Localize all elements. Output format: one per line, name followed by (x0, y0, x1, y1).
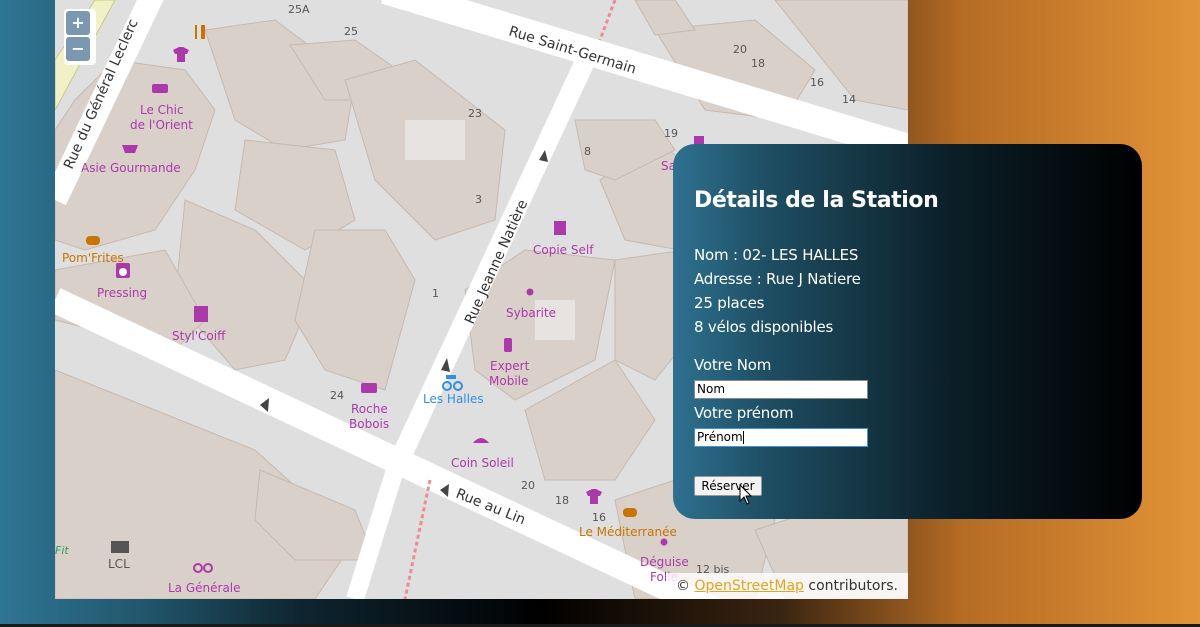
poi-label: Copie Self (533, 243, 594, 257)
attribution-suffix: contributors. (803, 578, 898, 594)
poi-label: Le Méditerranée (579, 525, 677, 539)
restaurant-icon (195, 25, 205, 39)
courtyard (405, 120, 465, 160)
poi-label: de l'Orient (130, 118, 193, 132)
poi-label: Bobois (349, 417, 389, 431)
station-name: Nom : 02- LES HALLES (694, 246, 859, 264)
poi-label: Pom'Frites (62, 251, 124, 265)
poi-label: Le Chic (140, 103, 184, 117)
zoom-control: + − (64, 9, 96, 65)
beauty-icon (473, 438, 489, 443)
station-places: 25 places (694, 294, 765, 312)
prenom-value: Prénom (697, 430, 743, 444)
poi-label: Sybarite (506, 306, 556, 320)
poi-label: Expert (490, 359, 530, 373)
house-number: 16 (810, 76, 824, 89)
building-block (634, 0, 696, 36)
poi-label: Mobile (489, 374, 528, 388)
burger-icon (623, 508, 637, 517)
washing-machine-icon (116, 263, 130, 278)
house-number: 20 (733, 43, 747, 56)
station-details-panel: Détails de la Station Nom : 02- LES HALL… (673, 144, 1142, 519)
house-number: 19 (664, 127, 678, 140)
panel-title: Détails de la Station (694, 188, 939, 213)
house-number: 16 (592, 511, 606, 524)
attribution-prefix: © (676, 578, 695, 594)
burger-icon (86, 236, 100, 245)
station-address: Adresse : Rue J Natiere (694, 270, 861, 288)
sofa-icon (152, 84, 168, 93)
footpath (403, 479, 432, 599)
map-attribution: © OpenStreetMap contributors. (666, 573, 908, 599)
text-caret (742, 431, 744, 444)
poi-label: Fit (55, 544, 69, 557)
mouse-cursor-icon (739, 484, 753, 505)
house-number: 1 (432, 287, 439, 300)
nom-input[interactable]: Nom (694, 380, 868, 399)
openstreetmap-link[interactable]: OpenStreetMap (694, 578, 803, 594)
shop-dot-icon (526, 288, 534, 296)
mobile-phone-icon (504, 338, 512, 352)
sofa-icon (361, 383, 377, 393)
nom-label: Votre Nom (694, 356, 772, 374)
poi-label: La Générale (168, 581, 241, 595)
building-block (294, 229, 416, 391)
house-number: 3 (475, 193, 482, 206)
tshirt-icon (586, 489, 602, 504)
footpath (598, 0, 617, 41)
house-number: 18 (751, 57, 765, 70)
house-number: 18 (555, 494, 569, 507)
house-number: 20 (521, 479, 535, 492)
house-number: 8 (584, 145, 591, 158)
house-number: 25 (344, 25, 358, 38)
house-number: 24 (330, 389, 344, 402)
poi-label: LCL (108, 557, 130, 571)
poi-label: Pressing (97, 286, 147, 300)
hairdresser-icon (194, 306, 208, 322)
prenom-input[interactable]: Prénom (694, 428, 868, 447)
prenom-label: Votre prénom (694, 404, 794, 422)
house-number: 14 (842, 93, 856, 106)
zoom-in-button[interactable]: + (66, 11, 90, 35)
poi-label: Styl'Coiff (172, 329, 226, 343)
shop-dot-icon (660, 538, 668, 546)
copy-shop-icon (554, 221, 566, 235)
house-number: 25A (288, 3, 310, 16)
house-number: 23 (468, 107, 482, 120)
station-bikes-available: 8 vélos disponibles (694, 318, 834, 336)
bank-icon (111, 541, 129, 553)
poi-label: Les Halles (423, 392, 484, 406)
poi-label: Asie Gourmande (81, 161, 181, 175)
zoom-out-button[interactable]: − (66, 37, 90, 61)
poi-label: Roche (351, 402, 388, 416)
poi-label: Coin Soleil (451, 456, 514, 470)
station-info: Nom : 02- LES HALLES Adresse : Rue J Nat… (694, 243, 861, 339)
poi-label: Déguise (640, 555, 689, 569)
tshirt-icon (173, 47, 189, 62)
